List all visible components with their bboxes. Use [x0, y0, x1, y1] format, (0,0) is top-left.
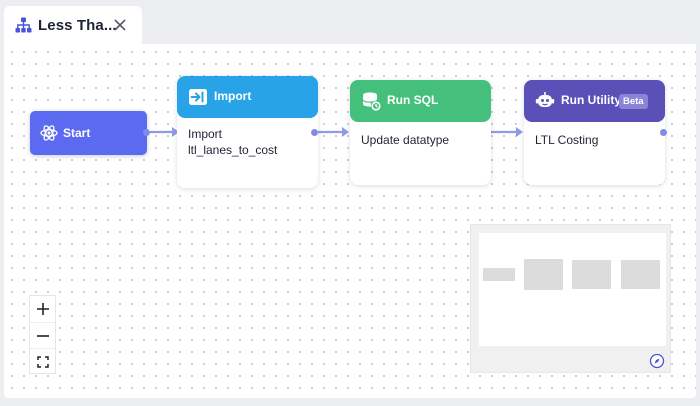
zoom-in-button[interactable] [30, 296, 55, 322]
robot-icon [535, 92, 555, 107]
run-utility-header-label: Run Utility [561, 93, 621, 107]
run-sql-header-label: Run SQL [387, 93, 439, 107]
edge-import-sql-arrow [342, 127, 349, 137]
import-node[interactable]: Import Import ltl_lanes_to_cost [177, 76, 318, 188]
close-icon[interactable] [113, 18, 127, 32]
tab-less-than-truckload[interactable]: Less Tha... [4, 6, 142, 46]
minimap-viewport[interactable] [479, 233, 666, 346]
minimap-node-start [483, 268, 515, 281]
run-utility-node-body: LTL Costing [535, 132, 598, 148]
import-icon [189, 89, 207, 105]
run-sql-node[interactable]: Run SQL Update datatype [350, 80, 491, 185]
zoom-out-button[interactable] [30, 322, 55, 348]
start-output-port[interactable] [143, 129, 150, 136]
start-node[interactable]: Start [30, 111, 147, 155]
import-header-label: Import [214, 89, 252, 103]
import-body-line2: ltl_lanes_to_cost [188, 143, 278, 157]
tab-bar: Less Tha... [0, 0, 700, 46]
run-utility-output-port[interactable] [660, 129, 667, 136]
fit-view-button[interactable] [30, 348, 55, 374]
sitemap-icon [15, 17, 32, 33]
edge-sql-utility-arrow [516, 127, 523, 137]
run-utility-body-text: LTL Costing [535, 133, 599, 147]
import-node-body: Import ltl_lanes_to_cost [188, 126, 277, 158]
import-node-header: Import [177, 76, 318, 118]
import-output-port[interactable] [311, 129, 318, 136]
database-icon [363, 92, 381, 111]
zoom-out-icon [36, 334, 49, 337]
run-sql-node-header: Run SQL [350, 80, 491, 122]
zoom-controls [29, 295, 56, 374]
zoom-in-icon [36, 303, 49, 315]
run-sql-node-body: Update datatype [361, 132, 449, 148]
beta-badge: Beta [619, 94, 648, 109]
workflow-canvas[interactable]: Start Import Import ltl_lanes_to_cost Ru… [4, 44, 696, 398]
run-utility-node[interactable]: Run Utility Beta LTL Costing [524, 80, 665, 185]
minimap[interactable] [470, 224, 671, 373]
tab-title: Less Tha... [38, 17, 117, 34]
atom-icon [40, 125, 58, 141]
minimap-node-import [524, 259, 563, 290]
import-body-line1: Import [188, 127, 223, 141]
compass-icon[interactable] [649, 353, 665, 369]
run-sql-body-text: Update datatype [361, 133, 450, 147]
start-label: Start [63, 126, 91, 140]
fit-view-icon [36, 355, 49, 368]
minimap-node-sql [572, 260, 611, 289]
minimap-node-utility [621, 260, 660, 289]
run-utility-node-header: Run Utility Beta [524, 80, 665, 122]
